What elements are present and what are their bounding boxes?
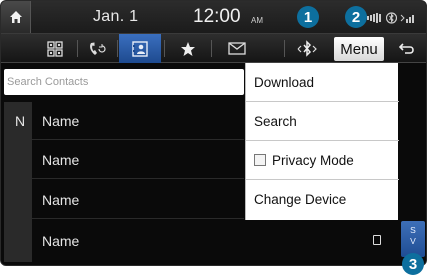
- bluetooth-settings-button[interactable]: [287, 34, 329, 63]
- contact-name: Name: [42, 112, 80, 129]
- scrollbar-label-top: S: [410, 225, 416, 235]
- menu-item-label: Search: [254, 113, 297, 129]
- contact-name: Name: [42, 233, 80, 249]
- contacts-icon: [132, 40, 148, 57]
- menu-item-label: Download: [254, 74, 315, 90]
- contact-row[interactable]: Name: [32, 181, 244, 219]
- status-date: Jan. 1: [93, 8, 139, 25]
- home-button[interactable]: [1, 1, 31, 33]
- messages-icon: [228, 42, 246, 55]
- callout-marker: 2: [345, 6, 367, 28]
- callout-marker: 3: [402, 253, 424, 275]
- favorites-icon: [181, 41, 195, 56]
- status-icons: [367, 11, 425, 25]
- menu-dropdown: Download Search Privacy Mode Change Devi…: [245, 63, 399, 220]
- contact-name: Name: [42, 191, 80, 208]
- tab-dialpad[interactable]: [37, 34, 73, 63]
- menu-button[interactable]: Menu: [334, 37, 384, 61]
- tab-favorites[interactable]: [169, 34, 207, 63]
- mobile-phone-icon: [373, 235, 381, 245]
- back-icon: [399, 43, 414, 54]
- bluetooth-status-icon: [386, 12, 397, 24]
- dialpad-icon: [47, 40, 63, 57]
- scrollbar-label-bottom: V: [410, 236, 416, 246]
- scrollbar-track[interactable]: [399, 63, 426, 221]
- index-letter: N: [15, 113, 26, 129]
- signal-icon: [400, 14, 414, 23]
- tab-messages[interactable]: [215, 34, 259, 63]
- contact-row[interactable]: Name: [32, 222, 398, 260]
- privacy-mode-checkbox[interactable]: [254, 154, 266, 166]
- search-input[interactable]: [4, 69, 244, 95]
- toolbar: Menu: [1, 33, 426, 63]
- contact-name: Name: [42, 151, 80, 168]
- menu-item-change-device[interactable]: Change Device: [246, 180, 399, 219]
- contact-row[interactable]: Name: [32, 102, 244, 140]
- menu-item-search[interactable]: Search: [246, 102, 399, 141]
- menu-item-privacy-mode[interactable]: Privacy Mode: [246, 141, 399, 180]
- phone-screen: Jan. 1 12:00 AM Menu Search Contacts N N…: [0, 0, 427, 266]
- scrollbar-sv-button[interactable]: S V: [401, 221, 425, 257]
- callout-marker: 1: [297, 6, 319, 28]
- tab-recent-calls[interactable]: [81, 34, 113, 63]
- bluetooth-settings-icon: [297, 39, 317, 57]
- tab-contacts[interactable]: [119, 34, 161, 63]
- recent-calls-icon: [90, 42, 106, 55]
- home-icon: [9, 11, 22, 23]
- contact-row[interactable]: Name: [32, 141, 244, 179]
- menu-item-label: Change Device: [254, 192, 347, 207]
- bluetooth-audio-icon: [367, 13, 381, 23]
- status-time: 12:00: [193, 6, 241, 27]
- menu-item-label: Privacy Mode: [272, 152, 354, 168]
- menu-item-download[interactable]: Download: [246, 63, 399, 102]
- status-ampm: AM: [251, 16, 263, 25]
- back-button[interactable]: [389, 34, 425, 63]
